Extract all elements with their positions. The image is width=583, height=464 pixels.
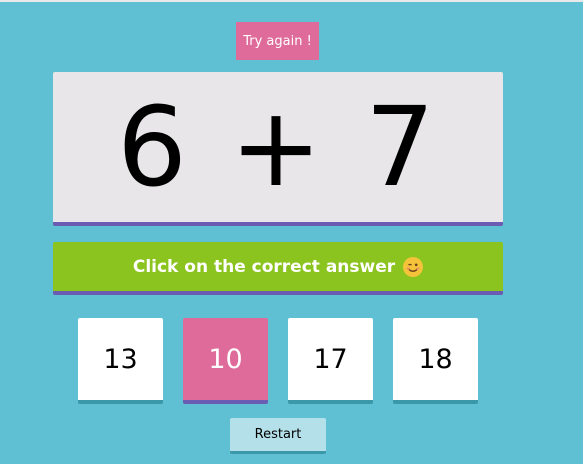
answer-option-2[interactable]: 10: [183, 318, 268, 404]
answer-value: 17: [313, 343, 348, 375]
answer-option-3[interactable]: 17: [288, 318, 373, 404]
answer-value: 13: [103, 343, 138, 375]
answer-option-1[interactable]: 13: [78, 318, 163, 404]
answer-value: 10: [208, 343, 243, 375]
feedback-badge: Try again !: [236, 22, 319, 60]
answer-option-4[interactable]: 18: [393, 318, 478, 404]
answer-value: 18: [418, 343, 453, 375]
equation-text: 6 + 7: [116, 83, 440, 211]
restart-button[interactable]: Restart: [230, 418, 326, 454]
top-divider: [0, 0, 583, 2]
instruction-text: Click on the correct answer: [132, 256, 396, 277]
equation-card: 6 + 7: [53, 72, 503, 226]
winking-face-icon: [403, 256, 424, 277]
instruction-bar: Click on the correct answer: [53, 242, 503, 295]
